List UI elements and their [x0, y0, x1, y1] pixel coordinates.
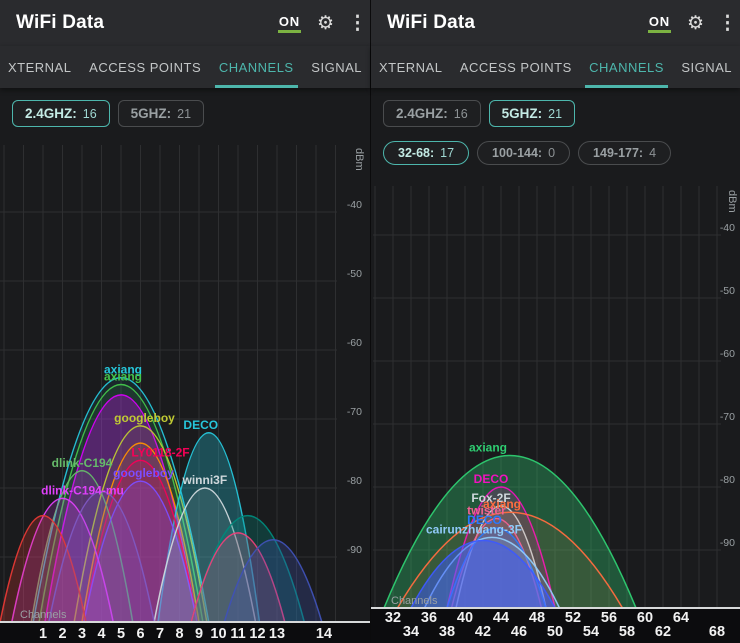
tab-bar: XTERNAL ACCESS POINTS CHANNELS SIGNAL	[371, 46, 740, 88]
chip-5ghz[interactable]: 5GHZ: 21	[488, 100, 576, 127]
x-axis-tick: 5	[117, 626, 125, 642]
tab-channels[interactable]: CHANNELS	[583, 46, 670, 88]
tab-signal[interactable]: SIGNAL	[305, 46, 368, 88]
x-axis-tick: 8	[175, 626, 183, 642]
chip-label: 2.4GHZ:	[396, 106, 448, 121]
y-axis-tick: -60	[720, 348, 735, 360]
x-axis-tick: 10	[210, 626, 226, 642]
y-axis-tick: -60	[347, 337, 362, 349]
chip-count: 0	[548, 146, 556, 160]
chip-label: 100-144:	[492, 146, 543, 160]
y-axis-tick: -70	[720, 411, 735, 423]
y-axis-tick: -70	[347, 406, 362, 418]
ssid-label: axiang	[469, 441, 507, 455]
x-axis-tick: 7	[156, 626, 164, 642]
y-axis-unit-label: dBm	[726, 190, 738, 213]
y-axis-tick: -80	[720, 474, 735, 486]
x-axis-strip	[0, 623, 370, 643]
tab-signal[interactable]: SIGNAL	[675, 46, 738, 88]
x-axis-tick: 32	[385, 610, 401, 626]
ssid-label: winni3F	[182, 473, 228, 487]
x-axis-tick: 34	[403, 624, 419, 640]
x-axis-tick: 40	[457, 610, 473, 626]
y-axis-tick: -80	[347, 475, 362, 487]
chip-count: 21	[177, 107, 192, 121]
ssid-label: DECO	[474, 472, 509, 486]
x-axis-title: Channels	[20, 609, 67, 621]
ssid-label: DECO	[183, 418, 218, 432]
ssid-label: axiang	[104, 370, 142, 384]
x-axis-tick: 52	[565, 610, 581, 626]
x-axis-tick: 62	[655, 624, 671, 640]
x-axis-tick: 60	[637, 610, 653, 626]
x-axis-tick: 56	[601, 610, 617, 626]
ssid-label: dlink-C194	[52, 456, 113, 470]
y-axis-tick: -50	[720, 285, 735, 297]
x-axis-tick: 2	[58, 626, 66, 642]
x-axis-tick: 36	[421, 610, 437, 626]
tab-xternal[interactable]: XTERNAL	[373, 46, 448, 88]
y-axis-tick: -90	[720, 537, 735, 549]
panel-right-5ghz: WiFi Data ON ⚙︎ ⋮ XTERNAL ACCESS POINTS CH…	[370, 0, 740, 643]
x-axis-tick: 1	[39, 626, 47, 642]
x-axis-tick: 46	[511, 624, 527, 640]
x-axis-tick: 9	[195, 626, 203, 642]
chip-label: 5GHZ:	[501, 106, 543, 121]
chip-32-68[interactable]: 32-68: 17	[383, 141, 470, 165]
y-axis-tick: -90	[347, 544, 362, 556]
x-axis-tick: 3	[78, 626, 86, 642]
y-axis-unit-label: dBm	[353, 148, 365, 171]
x-axis-tick: 38	[439, 624, 455, 640]
chip-count: 21	[548, 107, 563, 121]
chip-2.4ghz[interactable]: 2.4GHZ: 16	[12, 100, 110, 127]
x-axis-tick: 58	[619, 624, 635, 640]
x-axis-tick: 44	[493, 610, 509, 626]
x-axis-tick: 6	[136, 626, 144, 642]
ssid-label: googleboy	[113, 466, 174, 480]
tab-channels[interactable]: CHANNELS	[213, 46, 300, 88]
x-axis-tick: 14	[316, 626, 332, 642]
x-axis-tick: 13	[269, 626, 285, 642]
chip-label: 32-68:	[398, 146, 435, 160]
x-axis-tick: 64	[673, 610, 689, 626]
channels-chart-5ghz[interactable]: -40-50-60-70-80-90dBmaxiangDECOFox-2Faxi…	[371, 0, 740, 643]
y-axis-tick: -40	[720, 222, 735, 234]
tab-bar: XTERNAL ACCESS POINTS CHANNELS SIGNAL	[0, 46, 370, 88]
tab-access-points[interactable]: ACCESS POINTS	[454, 46, 578, 88]
chip-count: 4	[649, 146, 657, 160]
x-axis-tick: 11	[230, 626, 245, 642]
chip-5ghz[interactable]: 5GHZ: 21	[117, 100, 205, 127]
x-axis-tick: 68	[709, 624, 725, 640]
x-axis-tick: 54	[583, 624, 599, 640]
y-axis-tick: -50	[347, 268, 362, 280]
x-axis-tick: 42	[475, 624, 491, 640]
chip-count: 17	[440, 146, 455, 160]
chip-label: 2.4GHZ:	[25, 106, 77, 121]
panel-left-2-4ghz: WiFi Data ON ⚙︎ ⋮ XTERNAL ACCESS POINTS CH…	[0, 0, 370, 643]
x-axis-title: Channels	[391, 595, 438, 607]
x-axis-tick: 4	[97, 626, 105, 642]
y-axis-tick: -40	[347, 199, 362, 211]
tab-xternal[interactable]: XTERNAL	[2, 46, 77, 88]
tab-access-points[interactable]: ACCESS POINTS	[83, 46, 207, 88]
chip-count: 16	[82, 107, 97, 121]
ssid-label: dlink-C194-mu	[41, 483, 124, 497]
wifi-analyzer-app: WiFi Data ON ⚙︎ ⋮ XTERNAL ACCESS POINTS CH…	[0, 0, 740, 643]
x-axis-tick: 48	[529, 610, 545, 626]
ssid-label: googleboy	[114, 411, 175, 425]
chip-count: 16	[453, 107, 468, 121]
x-axis-tick: 50	[547, 624, 563, 640]
chip-label: 149-177:	[593, 146, 644, 160]
ssid-label: cairunzhuang-3F	[426, 522, 522, 536]
chip-149-177[interactable]: 149-177: 4	[578, 141, 672, 165]
x-axis-tick: 12	[249, 626, 265, 642]
channels-chart-2-4ghz[interactable]: -40-50-60-70-80-90dBmaxiangaxianggoogleb…	[0, 0, 370, 643]
chip-100-144[interactable]: 100-144: 0	[477, 141, 571, 165]
band-chip-row: 2.4GHZ: 16 5GHZ: 21	[383, 100, 576, 127]
range-chip-row: 32-68: 17 100-144: 0 149-177: 4	[383, 141, 672, 165]
ssid-label: LY0118-2F	[131, 445, 189, 459]
chip-label: 5GHZ:	[130, 106, 172, 121]
band-chip-row: 2.4GHZ: 16 5GHZ: 21	[12, 100, 205, 127]
chip-2.4ghz[interactable]: 2.4GHZ: 16	[383, 100, 481, 127]
